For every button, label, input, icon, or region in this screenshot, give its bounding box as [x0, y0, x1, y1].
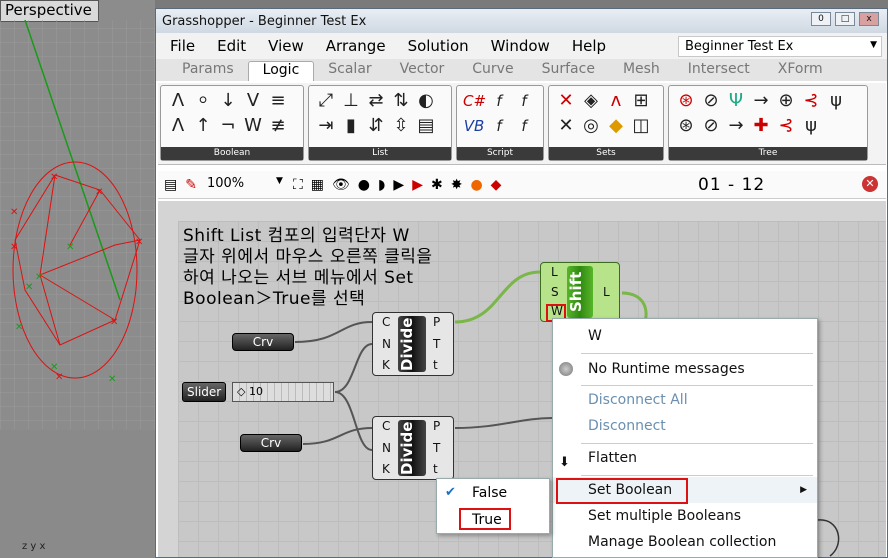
divide-component-1[interactable]: C N K Divide P T t — [372, 312, 454, 376]
submenu-arrow-icon: ▶ — [800, 485, 807, 495]
context-menu: W No Runtime messages Disconnect All Dis… — [552, 318, 818, 558]
crv-parameter-1[interactable]: Crv — [232, 333, 294, 351]
submenu-item-label: False — [472, 485, 508, 501]
input-port[interactable]: K — [382, 462, 390, 476]
menu-item-label: No Runtime messages — [588, 361, 745, 377]
status-dot-icon — [559, 362, 573, 376]
output-port[interactable]: t — [433, 462, 438, 476]
output-port[interactable]: t — [433, 358, 438, 372]
input-port[interactable]: C — [382, 419, 390, 433]
highlight-set-boolean — [556, 478, 688, 504]
input-port[interactable]: N — [382, 441, 391, 455]
menu-item-no-runtime[interactable]: No Runtime messages — [553, 356, 817, 382]
context-header: W — [588, 328, 602, 344]
crv-parameter-2[interactable]: Crv — [240, 434, 302, 452]
input-port-l[interactable]: L — [551, 265, 558, 279]
component-name: Shift — [567, 266, 593, 318]
output-port[interactable]: P — [433, 419, 440, 433]
submenu-item-false[interactable]: ✔ False — [437, 480, 549, 506]
component-name: Divide — [398, 420, 426, 476]
highlight-true — [459, 508, 511, 530]
output-port-l[interactable]: L — [603, 285, 610, 299]
number-slider[interactable]: ◇ 10 — [232, 382, 334, 402]
input-port[interactable]: K — [382, 358, 390, 372]
checkmark-icon: ✔ — [445, 485, 456, 500]
input-port[interactable]: C — [382, 315, 390, 329]
component-name: Divide — [398, 316, 426, 372]
menu-item-label: Flatten — [588, 450, 637, 466]
menu-item-disconnect-all[interactable]: Disconnect All — [553, 387, 817, 413]
divide-component-2[interactable]: C N K Divide P T t — [372, 416, 454, 480]
menu-item-set-multiple[interactable]: Set multiple Booleans — [553, 503, 817, 529]
output-port[interactable]: T — [433, 441, 440, 455]
menu-item-disconnect[interactable]: Disconnect — [553, 413, 817, 439]
output-port[interactable]: P — [433, 315, 440, 329]
menu-item-flatten[interactable]: ⬇ Flatten — [553, 445, 817, 471]
menu-item-manage-collection[interactable]: Manage Boolean collection — [553, 529, 817, 555]
slider-label[interactable]: Slider — [182, 382, 227, 402]
flatten-icon: ⬇ — [559, 455, 570, 470]
input-port[interactable]: N — [382, 337, 391, 351]
input-port-s[interactable]: S — [551, 285, 559, 299]
output-port[interactable]: T — [433, 337, 440, 351]
